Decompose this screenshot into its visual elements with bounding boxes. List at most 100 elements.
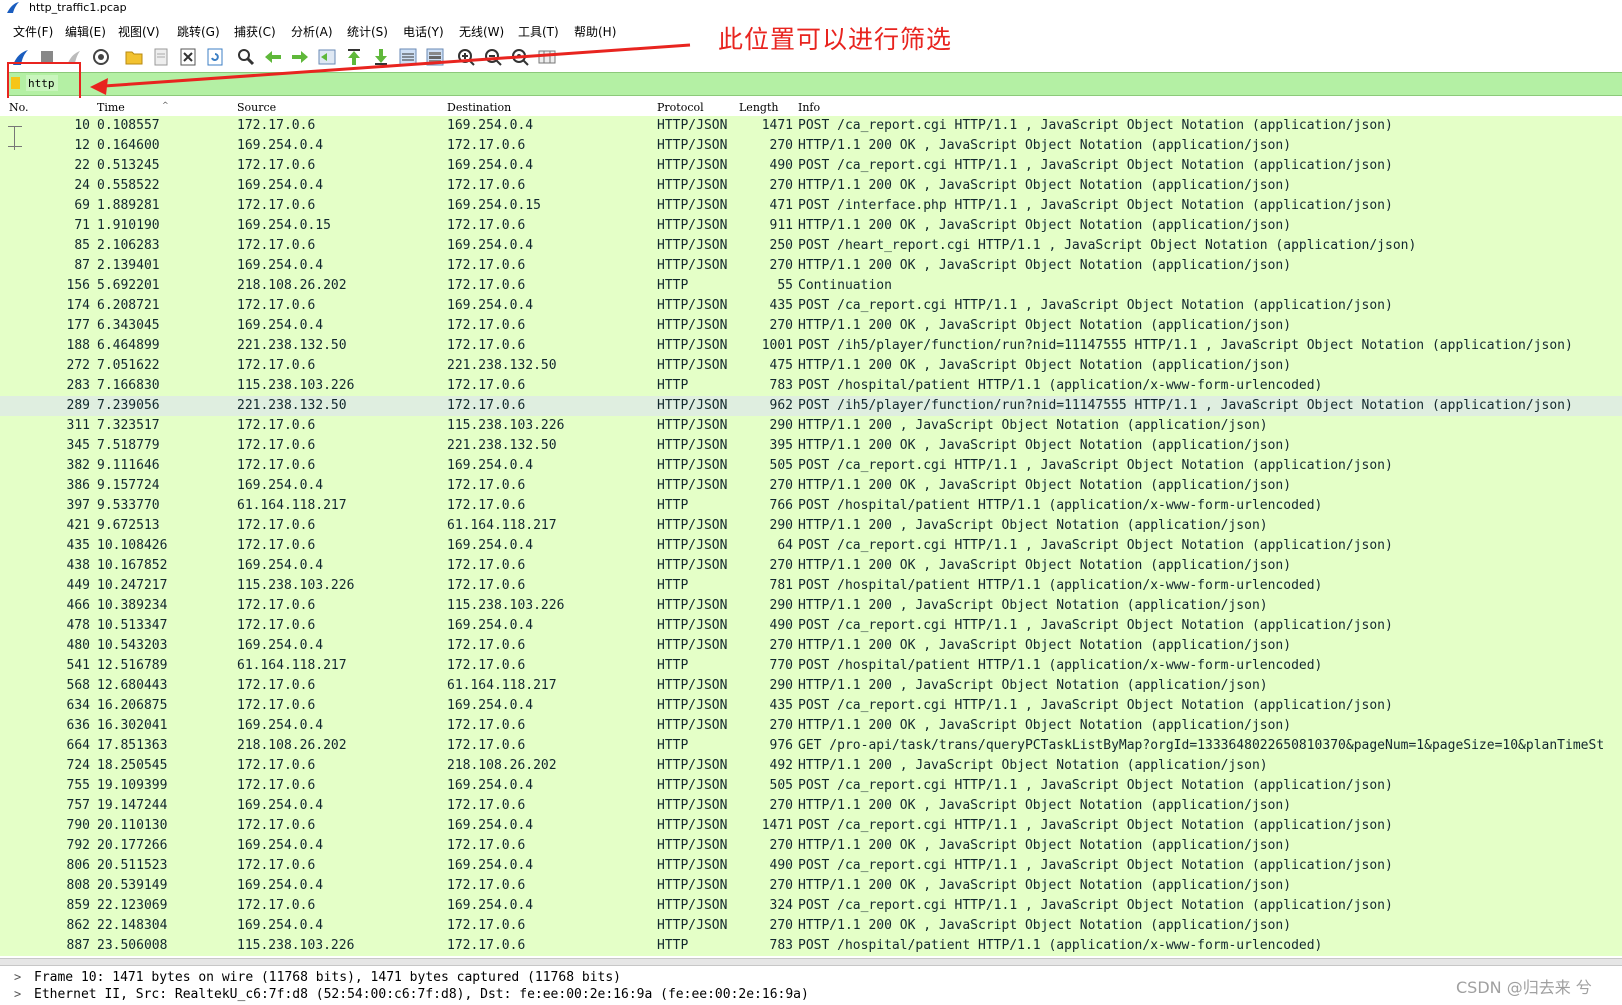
table-row[interactable]: 636 16.302041 169.254.0.4 172.17.0.6 HTTP/JS… [0, 716, 1622, 736]
expand-chevron-icon[interactable]: > [14, 970, 21, 984]
cell-length: 290 [769, 598, 793, 613]
cell-protocol: HTTP/JSON [657, 618, 728, 633]
cell-info: POST /hospital/patient HTTP/1.1 (applica… [798, 658, 1323, 673]
table-row[interactable]: 757 19.147244 169.254.0.4 172.17.0.6 HTTP/JS… [0, 796, 1622, 816]
table-row[interactable]: 174 6.208721 172.17.0.6 169.254.0.4 HTTP/JSO… [0, 296, 1622, 316]
table-row[interactable]: 808 20.539149 169.254.0.4 172.17.0.6 HTTP/JS… [0, 876, 1622, 896]
table-row[interactable]: 568 12.680443 172.17.0.6 61.164.118.217 HTTP… [0, 676, 1622, 696]
cell-length: 270 [769, 918, 793, 933]
table-row[interactable]: 755 19.109399 172.17.0.6 169.254.0.4 HTTP/JS… [0, 776, 1622, 796]
cell-info: POST /hospital/patient HTTP/1.1 (applica… [798, 498, 1323, 513]
detail-ethernet-text: Ethernet II, Src: RealtekU_c6:7f:d8 (52:… [34, 987, 809, 1002]
cell-time: 9.111646 [97, 458, 160, 473]
cell-protocol: HTTP/JSON [657, 358, 728, 373]
column-no[interactable]: No. [9, 101, 29, 114]
table-row[interactable]: 22 0.513245 172.17.0.6 169.254.0.4 HTTP/JSON… [0, 156, 1622, 176]
cell-info: POST /ca_report.cgi HTTP/1.1 , JavaScrip… [798, 898, 1393, 913]
table-row[interactable]: 421 9.672513 172.17.0.6 61.164.118.217 HTTP/… [0, 516, 1622, 536]
cell-time: 2.139401 [97, 258, 160, 273]
table-row[interactable]: 12 0.164600 169.254.0.4 172.17.0.6 HTTP/JSON… [0, 136, 1622, 156]
table-row[interactable]: 480 10.543203 169.254.0.4 172.17.0.6 HTTP/JS… [0, 636, 1622, 656]
table-row[interactable]: 664 17.851363 218.108.26.202 172.17.0.6 HTTP… [0, 736, 1622, 756]
cell-time: 2.106283 [97, 238, 160, 253]
cell-source: 172.17.0.6 [237, 818, 316, 833]
table-row[interactable]: 311 7.323517 172.17.0.6 115.238.103.226 HTTP… [0, 416, 1622, 436]
cell-info: POST /hospital/patient HTTP/1.1 (applica… [798, 938, 1323, 953]
cell-destination: 172.17.0.6 [447, 318, 526, 333]
table-row[interactable]: 188 6.464899 221.238.132.50 172.17.0.6 HTTP/… [0, 336, 1622, 356]
table-row[interactable]: 724 18.250545 172.17.0.6 218.108.26.202 HTTP… [0, 756, 1622, 776]
watermark: CSDN @归去来 兮 [1456, 978, 1592, 997]
cell-destination: 172.17.0.6 [447, 798, 526, 813]
cell-length: 770 [769, 658, 793, 673]
cell-source: 169.254.0.4 [237, 878, 324, 893]
column-source[interactable]: Source [237, 101, 276, 114]
cell-length: 270 [769, 718, 793, 733]
table-row[interactable]: 283 7.166830 115.238.103.226 172.17.0.6 HTTP… [0, 376, 1622, 396]
cell-length: 270 [769, 138, 793, 153]
table-row[interactable]: 10 0.108557 172.17.0.6 169.254.0.4 HTTP/JSON… [0, 116, 1622, 136]
table-row[interactable]: 69 1.889281 172.17.0.6 169.254.0.15 HTTP/JSO… [0, 196, 1622, 216]
cell-time: 16.302041 [97, 718, 168, 733]
table-row[interactable]: 397 9.533770 61.164.118.217 172.17.0.6 HTTP 7… [0, 496, 1622, 516]
cell-destination: 169.254.0.4 [447, 698, 534, 713]
cell-time: 23.506008 [97, 938, 168, 953]
table-row[interactable]: 156 5.692201 218.108.26.202 172.17.0.6 HTTP 5… [0, 276, 1622, 296]
table-row[interactable]: 382 9.111646 172.17.0.6 169.254.0.4 HTTP/JSO… [0, 456, 1622, 476]
table-row[interactable]: 862 22.148304 169.254.0.4 172.17.0.6 HTTP/JS… [0, 916, 1622, 936]
table-row[interactable]: 478 10.513347 172.17.0.6 169.254.0.4 HTTP/JS… [0, 616, 1622, 636]
table-row[interactable]: 806 20.511523 172.17.0.6 169.254.0.4 HTTP/JS… [0, 856, 1622, 876]
table-row[interactable]: 24 0.558522 169.254.0.4 172.17.0.6 HTTP/JSON… [0, 176, 1622, 196]
table-row[interactable]: 435 10.108426 172.17.0.6 169.254.0.4 HTTP/JS… [0, 536, 1622, 556]
table-row[interactable]: 71 1.910190 169.254.0.15 172.17.0.6 HTTP/JSO… [0, 216, 1622, 236]
cell-protocol: HTTP/JSON [657, 238, 728, 253]
cell-protocol: HTTP [657, 278, 689, 293]
cell-protocol: HTTP [657, 738, 689, 753]
cell-info: POST /ih5/player/function/run?nid=111475… [798, 398, 1573, 413]
table-row[interactable]: 87 2.139401 169.254.0.4 172.17.0.6 HTTP/JSON… [0, 256, 1622, 276]
table-row[interactable]: 177 6.343045 169.254.0.4 172.17.0.6 HTTP/JSO… [0, 316, 1622, 336]
table-row[interactable]: 859 22.123069 172.17.0.6 169.254.0.4 HTTP/JS… [0, 896, 1622, 916]
table-row[interactable]: 449 10.247217 115.238.103.226 172.17.0.6 HTT… [0, 576, 1622, 596]
cell-source: 169.254.0.4 [237, 318, 324, 333]
cell-protocol: HTTP/JSON [657, 818, 728, 833]
cell-destination: 172.17.0.6 [447, 878, 526, 893]
table-row[interactable]: 541 12.516789 61.164.118.217 172.17.0.6 HTTP… [0, 656, 1622, 676]
cell-no: 806 [66, 858, 90, 873]
table-row[interactable]: 272 7.051622 172.17.0.6 221.238.132.50 HTTP/… [0, 356, 1622, 376]
cell-time: 12.516789 [97, 658, 168, 673]
table-row[interactable]: 466 10.389234 172.17.0.6 115.238.103.226 HTT… [0, 596, 1622, 616]
cell-no: 757 [66, 798, 90, 813]
cell-no: 345 [66, 438, 90, 453]
column-time[interactable]: Time [97, 101, 125, 114]
detail-ethernet[interactable]: > Ethernet II, Src: RealtekU_c6:7f:d8 (5… [0, 985, 1622, 1005]
column-destination[interactable]: Destination [447, 101, 511, 114]
cell-no: 724 [66, 758, 90, 773]
cell-source: 172.17.0.6 [237, 418, 316, 433]
column-protocol[interactable]: Protocol [657, 101, 704, 114]
cell-length: 471 [769, 198, 793, 213]
table-row[interactable]: 792 20.177266 169.254.0.4 172.17.0.6 HTTP/JS… [0, 836, 1622, 856]
column-info[interactable]: Info [798, 101, 820, 114]
table-row[interactable]: 634 16.206875 172.17.0.6 169.254.0.4 HTTP/JS… [0, 696, 1622, 716]
cell-length: 490 [769, 858, 793, 873]
table-row[interactable]: 85 2.106283 172.17.0.6 169.254.0.4 HTTP/JSON… [0, 236, 1622, 256]
cell-length: 270 [769, 478, 793, 493]
cell-no: 71 [74, 218, 90, 233]
table-row[interactable]: 289 7.239056 221.238.132.50 172.17.0.6 HTTP/… [0, 396, 1622, 416]
cell-protocol: HTTP/JSON [657, 518, 728, 533]
expand-chevron-icon[interactable]: > [14, 987, 21, 1001]
cell-destination: 169.254.0.4 [447, 538, 534, 553]
table-row[interactable]: 345 7.518779 172.17.0.6 221.238.132.50 HTTP/… [0, 436, 1622, 456]
cell-source: 169.254.0.4 [237, 558, 324, 573]
cell-destination: 172.17.0.6 [447, 738, 526, 753]
table-row[interactable]: 790 20.110130 172.17.0.6 169.254.0.4 HTTP/JS… [0, 816, 1622, 836]
pane-splitter[interactable] [0, 958, 1622, 966]
cell-info: HTTP/1.1 200 OK , JavaScript Object Nota… [798, 258, 1292, 273]
cell-source: 169.254.0.4 [237, 258, 324, 273]
cell-length: 1471 [761, 818, 793, 833]
table-row[interactable]: 386 9.157724 169.254.0.4 172.17.0.6 HTTP/JSO… [0, 476, 1622, 496]
column-length[interactable]: Length [739, 101, 778, 114]
table-row[interactable]: 438 10.167852 169.254.0.4 172.17.0.6 HTTP/JS… [0, 556, 1622, 576]
table-row[interactable]: 887 23.506008 115.238.103.226 172.17.0.6 HTT… [0, 936, 1622, 956]
